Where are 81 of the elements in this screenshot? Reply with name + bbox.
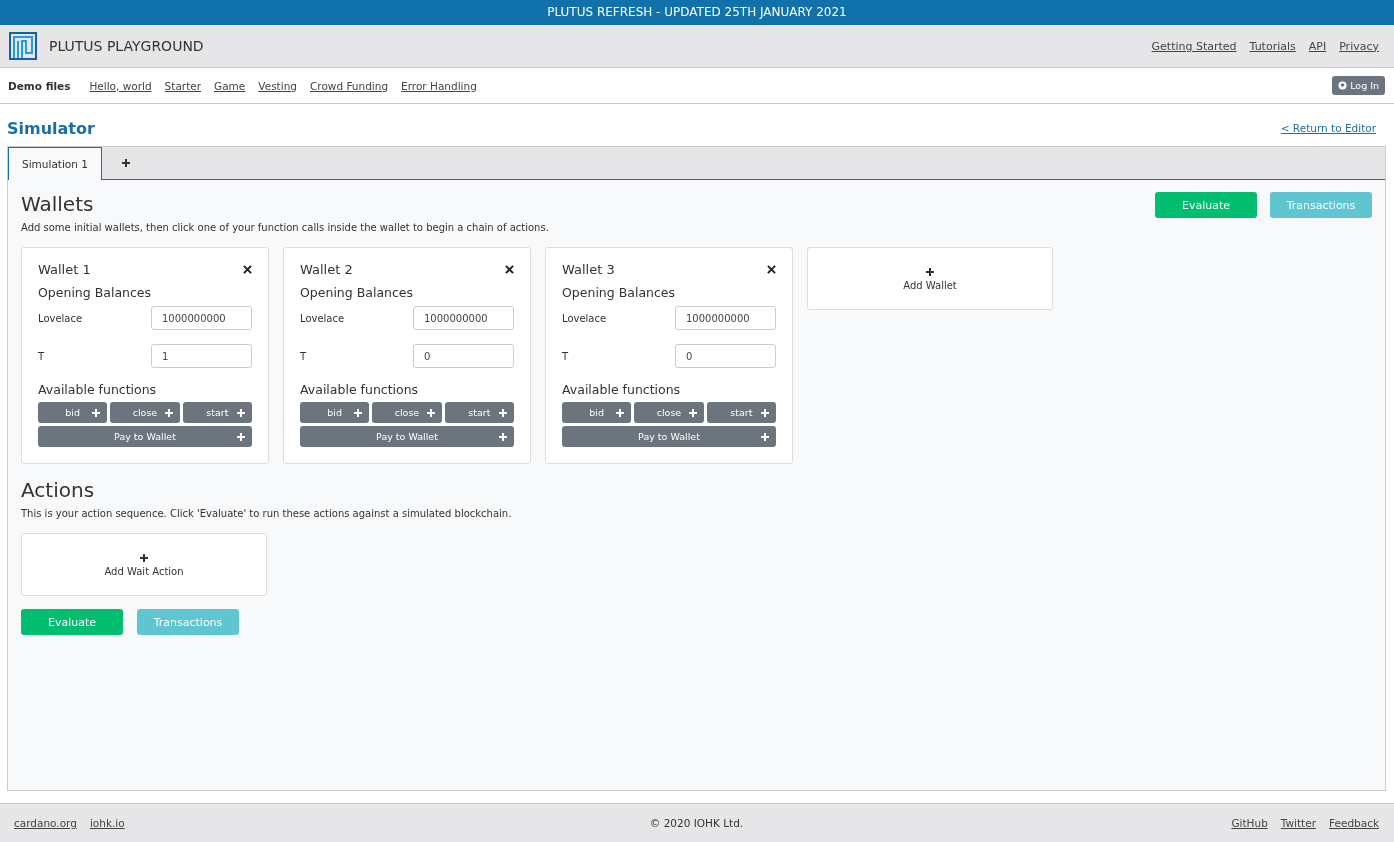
function-button[interactable]: Pay to Wallet bbox=[38, 426, 252, 447]
demo-files-label: Demo files bbox=[8, 79, 71, 92]
plus-icon bbox=[91, 407, 102, 418]
plus-icon bbox=[425, 407, 436, 418]
plus-icon bbox=[236, 431, 246, 442]
close-icon[interactable] bbox=[505, 265, 514, 274]
nav-link[interactable]: API bbox=[1308, 39, 1327, 53]
function-button[interactable]: start bbox=[444, 402, 514, 423]
function-button[interactable]: close bbox=[634, 402, 704, 423]
wallet-title: Wallet 3 bbox=[562, 262, 615, 277]
functions-heading: Available functions bbox=[38, 382, 158, 397]
plus-icon bbox=[615, 407, 626, 418]
demo-file-link[interactable]: Error Handling bbox=[401, 79, 477, 92]
function-button[interactable]: bid bbox=[562, 402, 632, 423]
demo-file-link[interactable]: Game bbox=[214, 79, 246, 92]
demo-file-link[interactable]: Crowd Funding bbox=[309, 79, 389, 92]
function-button[interactable]: bid bbox=[38, 402, 108, 423]
function-button[interactable]: bid bbox=[300, 402, 370, 423]
balance-label: T bbox=[562, 350, 569, 362]
demo-file-link[interactable]: Starter bbox=[164, 79, 202, 92]
balance-input[interactable]: 0 bbox=[413, 344, 514, 368]
plus-icon bbox=[139, 552, 149, 563]
function-button[interactable]: start bbox=[706, 402, 776, 423]
section-title: Wallets bbox=[21, 192, 95, 216]
balance-input[interactable]: 1 bbox=[151, 344, 252, 368]
announcement-banner: PLUTUS REFRESH - UPDATED 25TH JANUARY 2021 bbox=[0, 0, 1394, 25]
plus-icon bbox=[687, 407, 698, 418]
wallet-title: Wallet 2 bbox=[300, 262, 353, 277]
balance-label: Lovelace bbox=[562, 312, 607, 324]
plus-icon bbox=[353, 407, 364, 418]
functions-heading: Available functions bbox=[300, 382, 420, 397]
plus-icon bbox=[760, 407, 770, 418]
wallet-title: Wallet 1 bbox=[38, 262, 91, 277]
return-link[interactable]: < Return to Editor bbox=[1280, 122, 1376, 134]
plus-icon bbox=[760, 431, 770, 442]
balance-label: Lovelace bbox=[38, 312, 83, 324]
balance-label: Lovelace bbox=[300, 312, 345, 324]
simulation-tab[interactable]: Simulation 1 bbox=[8, 147, 102, 180]
balances-heading: Opening Balances bbox=[38, 285, 153, 300]
plus-icon bbox=[120, 158, 131, 168]
login-button[interactable]: Log In bbox=[1332, 76, 1385, 95]
demo-file-link[interactable]: Hello, world bbox=[89, 79, 152, 92]
add-wait-action-button[interactable]: Add Wait Action bbox=[21, 533, 267, 596]
add-wallet-button[interactable]: Add Wallet bbox=[807, 247, 1053, 310]
footer-link[interactable]: cardano.org bbox=[14, 817, 77, 829]
balances-heading: Opening Balances bbox=[300, 285, 415, 300]
balance-label: T bbox=[38, 350, 45, 362]
footer-link[interactable]: Twitter bbox=[1280, 817, 1316, 829]
close-icon[interactable] bbox=[243, 265, 252, 274]
copyright-text: © 2020 IOHK Ltd. bbox=[649, 817, 744, 829]
footer-link[interactable]: Feedback bbox=[1329, 817, 1379, 829]
function-button[interactable]: close bbox=[372, 402, 442, 423]
balance-label: T bbox=[300, 350, 307, 362]
function-button[interactable]: Pay to Wallet bbox=[300, 426, 514, 447]
section-description: Add some initial wallets, then click one of your function calls inside the wallet to begin a chain of actions. bbox=[21, 222, 549, 233]
balance-input[interactable]: 1000000000 bbox=[413, 306, 514, 330]
balances-heading: Opening Balances bbox=[562, 285, 677, 300]
function-button[interactable]: close bbox=[110, 402, 180, 423]
footer-link[interactable]: GitHub bbox=[1231, 817, 1268, 829]
plus-icon bbox=[498, 407, 508, 418]
functions-heading: Available functions bbox=[562, 382, 682, 397]
demo-file-link[interactable]: Vesting bbox=[258, 79, 297, 92]
nav-link[interactable]: Privacy bbox=[1339, 39, 1379, 53]
balance-input[interactable]: 0 bbox=[675, 344, 776, 368]
plus-icon bbox=[498, 431, 508, 442]
balance-input[interactable]: 1000000000 bbox=[151, 306, 252, 330]
logo-icon bbox=[9, 32, 37, 60]
function-button[interactable]: start bbox=[182, 402, 252, 423]
page-title: Simulator bbox=[7, 118, 95, 138]
plus-icon bbox=[236, 407, 246, 418]
close-icon[interactable] bbox=[767, 265, 776, 274]
plus-icon bbox=[925, 266, 935, 277]
footer-link[interactable]: iohk.io bbox=[89, 817, 125, 829]
app-title: PLUTUS PLAYGROUND bbox=[49, 38, 204, 54]
section-description: This is your action sequence. Click 'Evaluate' to run these actions against a simulated blockchain. bbox=[21, 508, 513, 519]
nav-link[interactable]: Tutorials bbox=[1249, 39, 1296, 53]
section-title: Actions bbox=[21, 478, 96, 502]
balance-input[interactable]: 1000000000 bbox=[675, 306, 776, 330]
nav-link[interactable]: Getting Started bbox=[1151, 39, 1237, 53]
plus-icon bbox=[163, 407, 174, 418]
function-button[interactable]: Pay to Wallet bbox=[562, 426, 776, 447]
